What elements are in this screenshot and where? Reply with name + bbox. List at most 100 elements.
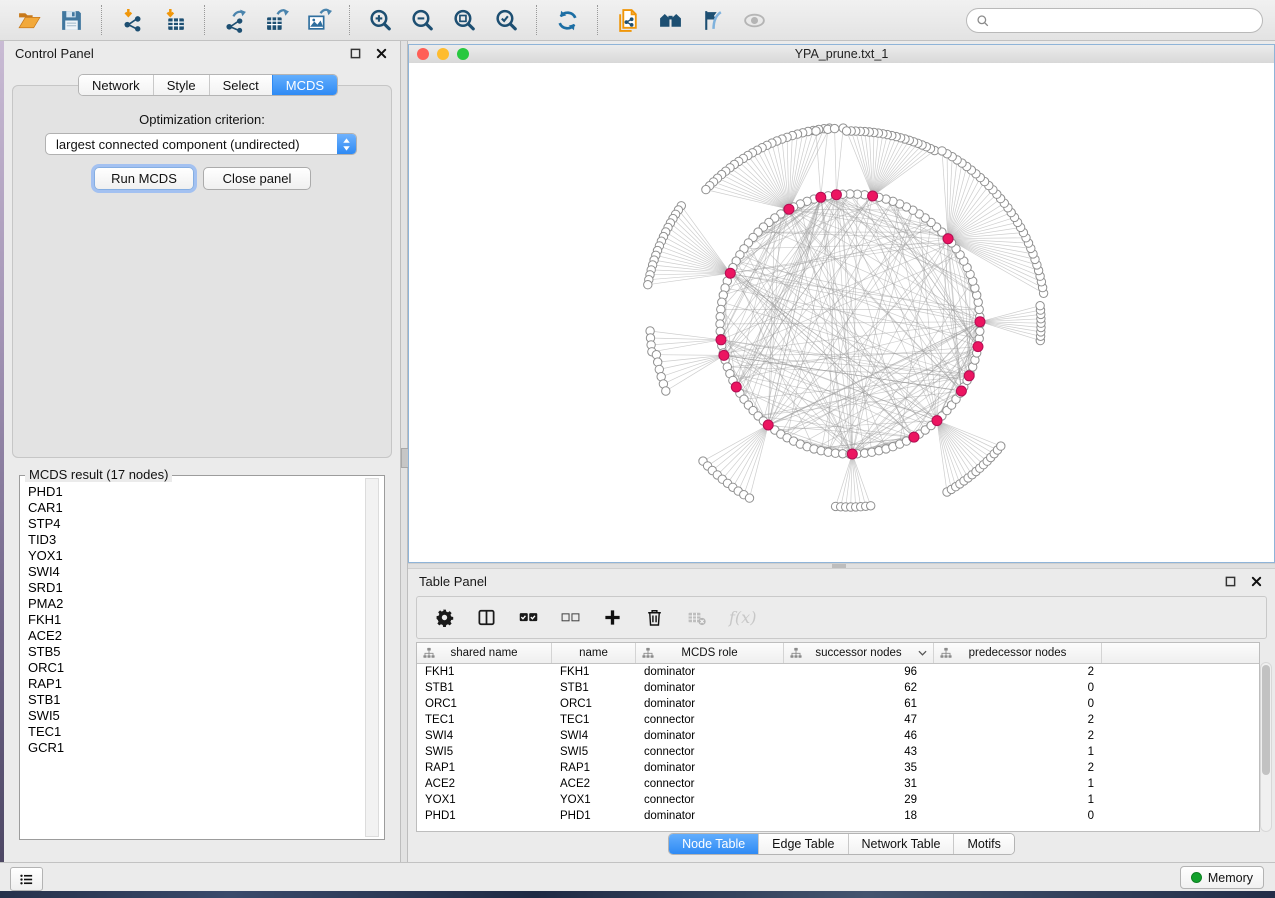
table-row[interactable]: SWI5SWI5connector431 xyxy=(417,744,1259,760)
table-scrollbar[interactable] xyxy=(1260,662,1272,832)
close-panel-icon[interactable] xyxy=(1249,574,1264,589)
scrollbar-thumb[interactable] xyxy=(1262,665,1270,775)
mcds-result-node[interactable]: FKH1 xyxy=(23,612,364,628)
open-folder-icon[interactable] xyxy=(14,5,44,35)
table-row[interactable]: STB1STB1dominator620 xyxy=(417,680,1259,696)
maximize-window-icon[interactable] xyxy=(457,48,469,60)
table-body: FKH1FKH1dominator962STB1STB1dominator620… xyxy=(417,664,1259,824)
tab-select[interactable]: Select xyxy=(209,75,272,95)
mcds-result-node[interactable]: SRD1 xyxy=(23,580,364,596)
panel-list-button[interactable] xyxy=(10,867,43,891)
mcds-result-node[interactable]: ORC1 xyxy=(23,660,364,676)
tab-motifs[interactable]: Motifs xyxy=(953,834,1013,854)
zoom-in-icon[interactable] xyxy=(365,5,395,35)
table-row[interactable]: TEC1TEC1connector472 xyxy=(417,712,1259,728)
mcds-result-node[interactable]: PMA2 xyxy=(23,596,364,612)
network-canvas[interactable] xyxy=(409,63,1274,562)
vertical-splitter[interactable] xyxy=(400,41,408,862)
delete-icon[interactable] xyxy=(645,608,664,627)
mcds-result-node[interactable]: ACE2 xyxy=(23,628,364,644)
zoom-fit-icon[interactable] xyxy=(449,5,479,35)
tab-style[interactable]: Style xyxy=(153,75,209,95)
run-mcds-button[interactable]: Run MCDS xyxy=(94,167,194,190)
search-box[interactable] xyxy=(966,8,1263,33)
mcds-result-node[interactable]: TEC1 xyxy=(23,724,364,740)
zoom-selected-icon[interactable] xyxy=(491,5,521,35)
network-graph[interactable] xyxy=(409,63,1274,562)
mcds-result-node[interactable]: GCR1 xyxy=(23,740,364,756)
mcds-result-node[interactable]: RAP1 xyxy=(23,676,364,692)
deselect-all-icon[interactable] xyxy=(561,608,580,627)
table-cell: 1 xyxy=(934,746,1102,758)
export-network-icon[interactable] xyxy=(220,5,250,35)
search-icon xyxy=(976,14,990,28)
optimization-criterion-select[interactable]: largest connected component (undirected) xyxy=(45,133,357,155)
table-row[interactable]: PHD1PHD1dominator180 xyxy=(417,808,1259,824)
table-row[interactable]: SWI4SWI4dominator462 xyxy=(417,728,1259,744)
mcds-result-node[interactable]: YOX1 xyxy=(23,548,364,564)
import-table-icon[interactable] xyxy=(159,5,189,35)
close-panel-button[interactable]: Close panel xyxy=(203,167,311,190)
table-row[interactable]: YOX1YOX1connector291 xyxy=(417,792,1259,808)
select-all-icon[interactable] xyxy=(519,608,538,627)
column-header-successor-nodes[interactable]: successor nodes xyxy=(784,643,934,663)
mcds-result-node[interactable]: STB5 xyxy=(23,644,364,660)
mcds-result-node[interactable]: SWI5 xyxy=(23,708,364,724)
first-neighbors-icon[interactable] xyxy=(655,5,685,35)
save-icon[interactable] xyxy=(56,5,86,35)
import-network-icon[interactable] xyxy=(117,5,147,35)
table-row[interactable]: ACE2ACE2connector311 xyxy=(417,776,1259,792)
mcds-result-node[interactable]: PHD1 xyxy=(23,484,364,500)
network-window-titlebar[interactable]: YPA_prune.txt_1 xyxy=(409,45,1274,64)
table-cell: 2 xyxy=(934,762,1102,774)
refresh-icon[interactable] xyxy=(552,5,582,35)
columns-icon[interactable] xyxy=(477,608,496,627)
minimize-window-icon[interactable] xyxy=(437,48,449,60)
table-cell: TEC1 xyxy=(417,714,552,726)
tab-mcds[interactable]: MCDS xyxy=(272,75,337,95)
hide-selected-icon[interactable] xyxy=(697,5,727,35)
mcds-result-node[interactable]: CAR1 xyxy=(23,500,364,516)
control-panel: Control Panel NetworkStyleSelectMCDS Opt… xyxy=(4,41,400,862)
mcds-result-scrollbar[interactable] xyxy=(365,478,379,837)
float-panel-icon[interactable] xyxy=(1223,574,1238,589)
table-cell: 61 xyxy=(784,698,934,710)
column-header-name[interactable]: name xyxy=(552,643,636,663)
close-panel-icon[interactable] xyxy=(374,46,389,61)
mcds-result-node[interactable]: TID3 xyxy=(23,532,364,548)
table-cell: dominator xyxy=(636,762,784,774)
table-cell: 35 xyxy=(784,762,934,774)
column-header-shared-name[interactable]: shared name xyxy=(417,643,552,663)
gear-icon[interactable] xyxy=(435,608,454,627)
column-header-MCDS-role[interactable]: MCDS role xyxy=(636,643,784,663)
tab-node-table[interactable]: Node Table xyxy=(669,834,758,854)
tab-network-table[interactable]: Network Table xyxy=(848,834,954,854)
export-image-icon[interactable] xyxy=(304,5,334,35)
table-cell: 1 xyxy=(934,794,1102,806)
mcds-result-node[interactable]: STB1 xyxy=(23,692,364,708)
table-row[interactable]: ORC1ORC1dominator610 xyxy=(417,696,1259,712)
add-icon[interactable] xyxy=(603,608,622,627)
memory-button[interactable]: Memory xyxy=(1180,866,1264,889)
export-table-icon[interactable] xyxy=(262,5,292,35)
tab-network[interactable]: Network xyxy=(79,75,153,95)
mcds-result-node[interactable]: STP4 xyxy=(23,516,364,532)
tab-edge-table[interactable]: Edge Table xyxy=(758,834,847,854)
mcds-result-node[interactable]: SWI4 xyxy=(23,564,364,580)
table-cell: ORC1 xyxy=(417,698,552,710)
node-table[interactable]: shared namename MCDS role successor nodesp… xyxy=(416,642,1260,832)
column-header-predecessor-nodes[interactable]: predecessor nodes xyxy=(934,643,1102,663)
eye-icon[interactable] xyxy=(739,5,769,35)
search-input[interactable] xyxy=(990,13,1262,28)
float-panel-icon[interactable] xyxy=(348,46,363,61)
column-label: MCDS role xyxy=(681,647,737,659)
close-window-icon[interactable] xyxy=(417,48,429,60)
table-row[interactable]: FKH1FKH1dominator962 xyxy=(417,664,1259,680)
splitter-grip[interactable] xyxy=(832,564,846,568)
duplicate-network-icon[interactable] xyxy=(613,5,643,35)
zoom-out-icon[interactable] xyxy=(407,5,437,35)
table-row[interactable]: RAP1RAP1dominator352 xyxy=(417,760,1259,776)
table-cell: ACE2 xyxy=(552,778,636,790)
table-cell: 62 xyxy=(784,682,934,694)
mcds-result-list[interactable]: PHD1CAR1STP4TID3YOX1SWI4SRD1PMA2FKH1ACE2… xyxy=(23,484,364,836)
